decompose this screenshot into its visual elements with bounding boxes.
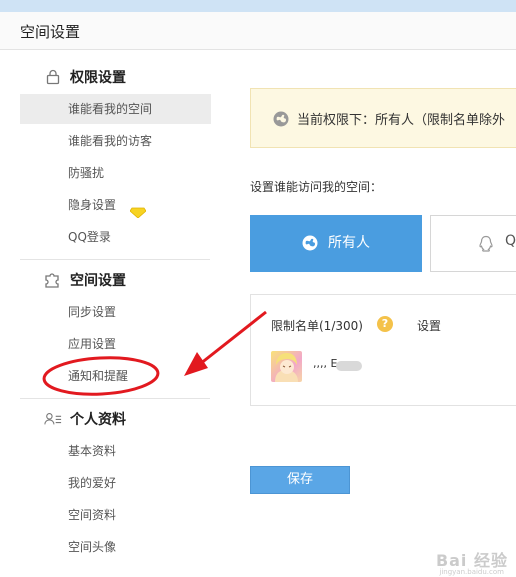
page-header: 空间设置 <box>0 12 516 50</box>
option-label: Q <box>505 233 516 249</box>
page-title: 空间设置 <box>20 23 81 41</box>
sidebar: 权限设置 谁能看我的空间 谁能看我的访客 防骚扰 隐身设置 QQ登录 空间设置 … <box>0 50 230 577</box>
option-everyone-button[interactable]: 所有人 <box>250 215 422 272</box>
restricted-user-name: ,,,, E <box>313 357 338 370</box>
permission-notice: 当前权限下：所有人（限制名单除外 <box>250 88 516 148</box>
section-space-settings: 空间设置 <box>44 269 126 291</box>
divider <box>20 398 210 399</box>
puzzle-icon <box>44 272 62 288</box>
option-qq-friends-button[interactable]: Q <box>430 215 516 272</box>
main-panel: 当前权限下：所有人（限制名单除外 设置谁能访问我的空间： 所有人 Q 限制名单(… <box>250 50 516 577</box>
sidebar-item-who-can-view[interactable]: 谁能看我的空间 <box>20 94 211 124</box>
help-icon[interactable]: ? <box>377 316 393 332</box>
restricted-list-set-link[interactable]: 设置 <box>417 317 441 334</box>
sidebar-item-who-can-view-visitors[interactable]: 谁能看我的访客 <box>20 126 211 156</box>
sidebar-item-anti-harassment[interactable]: 防骚扰 <box>20 158 211 188</box>
section-label: 空间设置 <box>70 273 126 289</box>
save-button[interactable]: 保存 <box>250 466 350 494</box>
globe-icon <box>273 111 289 127</box>
sidebar-item-notifications[interactable]: 通知和提醒 <box>20 361 211 391</box>
access-question-label: 设置谁能访问我的空间： <box>250 180 383 194</box>
sidebar-item-app-settings[interactable]: 应用设置 <box>20 329 211 359</box>
sidebar-item-hobbies[interactable]: 我的爱好 <box>20 468 211 498</box>
divider <box>20 259 210 260</box>
profile-card-icon <box>44 411 62 427</box>
sidebar-item-invisible[interactable]: 隐身设置 <box>20 190 211 220</box>
qq-penguin-icon <box>478 235 494 252</box>
top-strip <box>0 0 516 12</box>
blurred-name <box>336 361 362 371</box>
sidebar-item-sync-settings[interactable]: 同步设置 <box>20 297 211 327</box>
sidebar-item-space-avatar[interactable]: 空间头像 <box>20 532 211 562</box>
option-label: 所有人 <box>328 235 370 251</box>
sidebar-item-qq-login[interactable]: QQ登录 <box>20 222 211 252</box>
sidebar-item-basic-info[interactable]: 基本资料 <box>20 436 211 466</box>
section-label: 个人资料 <box>70 412 126 428</box>
section-permission-settings: 权限设置 <box>44 66 126 88</box>
globe-icon <box>302 235 318 251</box>
watermark-url: jingyan.baidu.com <box>439 568 504 576</box>
avatar <box>271 351 302 382</box>
section-personal-profile: 个人资料 <box>44 408 126 430</box>
restricted-list-panel: 限制名单(1/300) ? 设置 ,,,, E <box>250 294 516 406</box>
notice-text: 当前权限下：所有人（限制名单除外 <box>297 113 506 128</box>
restricted-list-title: 限制名单(1/300) <box>271 319 363 333</box>
section-label: 权限设置 <box>70 70 126 86</box>
diamond-icon <box>129 199 147 219</box>
lock-icon <box>44 69 62 85</box>
sidebar-item-space-info[interactable]: 空间资料 <box>20 500 211 530</box>
